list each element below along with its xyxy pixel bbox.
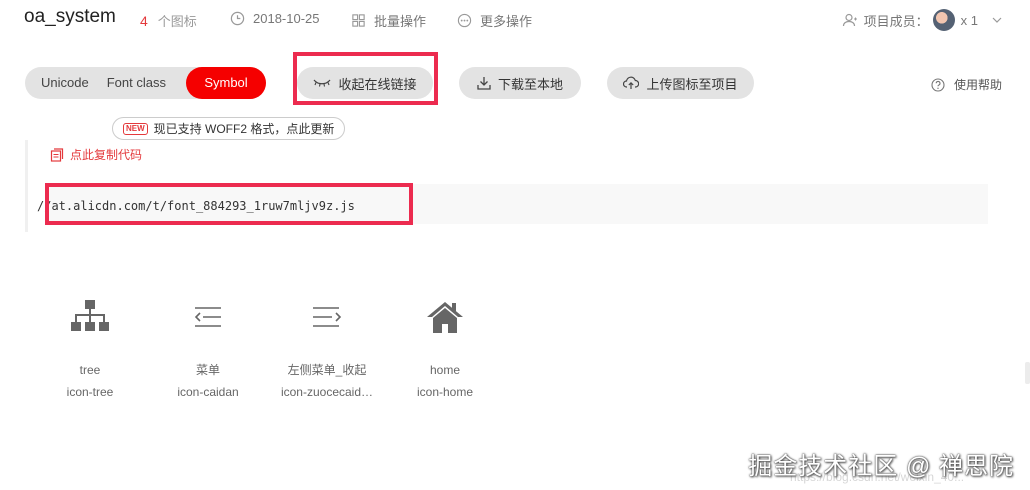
home-icon xyxy=(390,295,500,339)
upload-button[interactable]: 上传图标至项目 xyxy=(607,67,754,99)
upload-label: 上传图标至项目 xyxy=(646,76,738,92)
icon-count-label: 个图标 xyxy=(157,14,197,29)
icon-class: icon-tree xyxy=(66,385,114,399)
copy-icon xyxy=(50,147,64,162)
icon-count: 4 个图标 xyxy=(140,11,197,30)
user-icon xyxy=(842,13,857,27)
highlight-box-collapse xyxy=(293,52,438,105)
project-name: oa_system xyxy=(24,6,116,27)
download-icon xyxy=(477,77,491,90)
date-text: 2018-10-25 xyxy=(253,11,320,26)
menu-collapse-icon xyxy=(272,295,382,339)
batch-ops-button[interactable]: 批量操作 xyxy=(351,11,426,30)
cloud-upload-icon xyxy=(623,76,640,89)
date-info: 2018-10-25 xyxy=(230,11,320,26)
members-count: x 1 xyxy=(960,12,978,28)
icon-count-number: 4 xyxy=(140,13,148,29)
icon-name: 菜单 xyxy=(195,363,220,377)
project-members[interactable]: 项目成员： x 1 xyxy=(842,9,1002,31)
copy-code-label: 点此复制代码 xyxy=(70,148,143,162)
icon-class: icon-zuocecaid… xyxy=(280,385,374,399)
icon-class: icon-home xyxy=(416,385,474,399)
woff2-notice[interactable]: NEW 现已支持 WOFF2 格式，点此更新 xyxy=(112,117,346,140)
scrollbar-thumb[interactable] xyxy=(1025,362,1030,384)
more-ops-button[interactable]: 更多操作 xyxy=(457,11,532,30)
members-label: 项目成员： xyxy=(863,13,929,29)
tab-unicode[interactable]: Unicode xyxy=(25,67,105,99)
icon-name: home xyxy=(429,363,461,377)
more-ops-label: 更多操作 xyxy=(480,14,533,29)
copy-code-link[interactable]: 点此复制代码 xyxy=(50,146,142,163)
help-label: 使用帮助 xyxy=(953,78,1002,92)
icon-card-tree[interactable]: tree icon-tree xyxy=(35,295,145,403)
chevron-down-icon xyxy=(992,17,1002,23)
help-icon xyxy=(931,77,945,92)
icon-class: icon-caidan xyxy=(177,385,239,399)
new-badge: NEW xyxy=(123,122,148,135)
icon-name: 左侧菜单_收起 xyxy=(287,363,367,377)
tab-font-class[interactable]: Font class xyxy=(105,67,182,99)
batch-ops-label: 批量操作 xyxy=(374,14,427,29)
avatar xyxy=(932,9,955,31)
tab-symbol[interactable]: Symbol xyxy=(186,67,266,99)
watermark: 掘金技术社区 @ 禅思院 xyxy=(748,453,1014,480)
icon-card-home[interactable]: home icon-home xyxy=(390,295,500,403)
clock-icon xyxy=(230,11,245,26)
menu-icon xyxy=(153,295,263,339)
download-label: 下载至本地 xyxy=(497,76,563,92)
icon-name: tree xyxy=(79,363,101,377)
help-link[interactable]: 使用帮助 xyxy=(931,76,1002,93)
download-button[interactable]: 下载至本地 xyxy=(459,67,581,99)
more-icon xyxy=(457,13,472,28)
tree-icon xyxy=(35,295,145,339)
code-type-tabs: Unicode Font class Symbol xyxy=(25,67,266,99)
notice-text: 现已支持 WOFF2 格式，点此更新 xyxy=(153,122,335,136)
project-header: oa_system 4 个图标 2018-10-25 批量操作 更多操作 项目成员… xyxy=(0,0,1030,40)
grid-icon xyxy=(352,14,365,27)
highlight-box-url xyxy=(45,183,413,225)
icon-card-caidan[interactable]: 菜单 icon-caidan xyxy=(153,295,263,403)
icon-card-zuocecaidan[interactable]: 左侧菜单_收起 icon-zuocecaid… xyxy=(272,295,382,403)
